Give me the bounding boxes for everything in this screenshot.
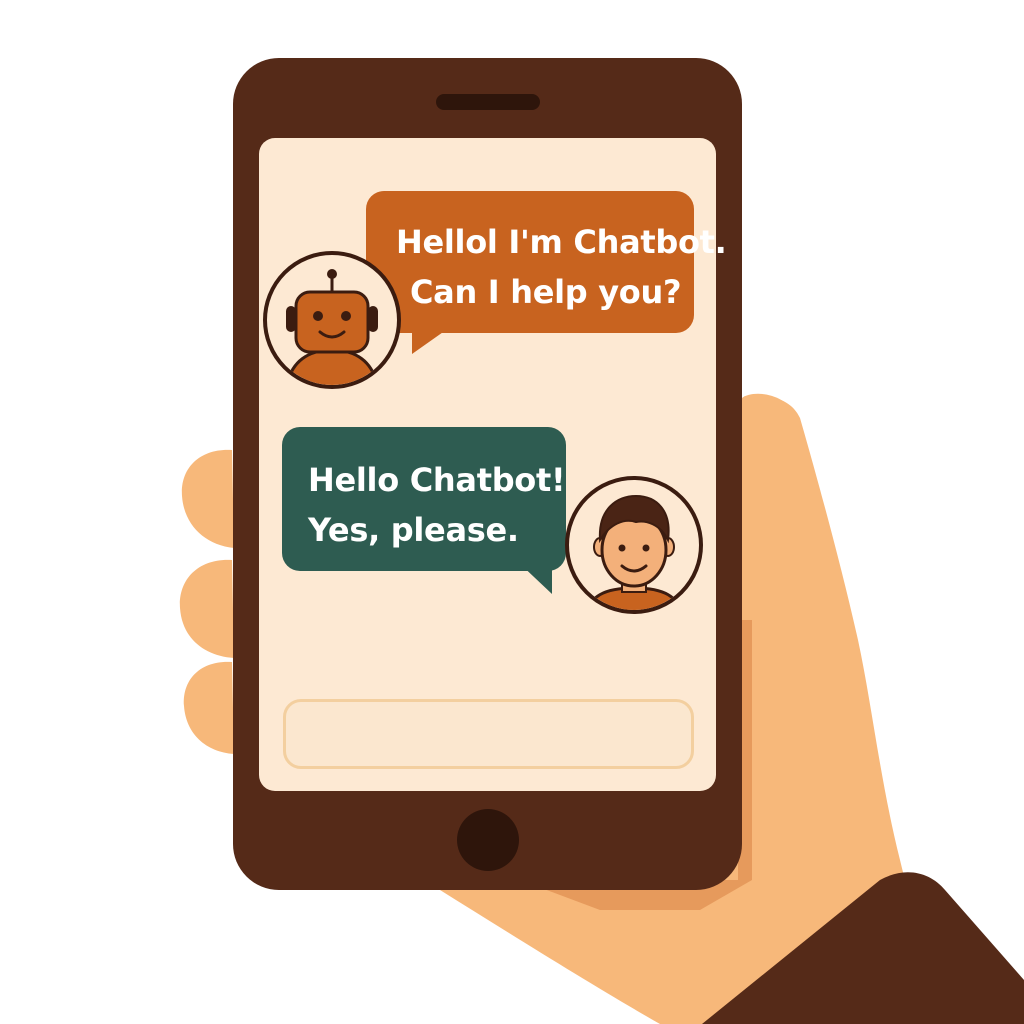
illustration-stage: Hellol I'm Chatbot. Can I help you? Hell… <box>0 0 1024 1024</box>
thumb <box>742 393 842 620</box>
hand-front-layer <box>702 393 1024 1024</box>
thumb-shape <box>742 393 842 620</box>
sleeve <box>702 872 1024 1024</box>
